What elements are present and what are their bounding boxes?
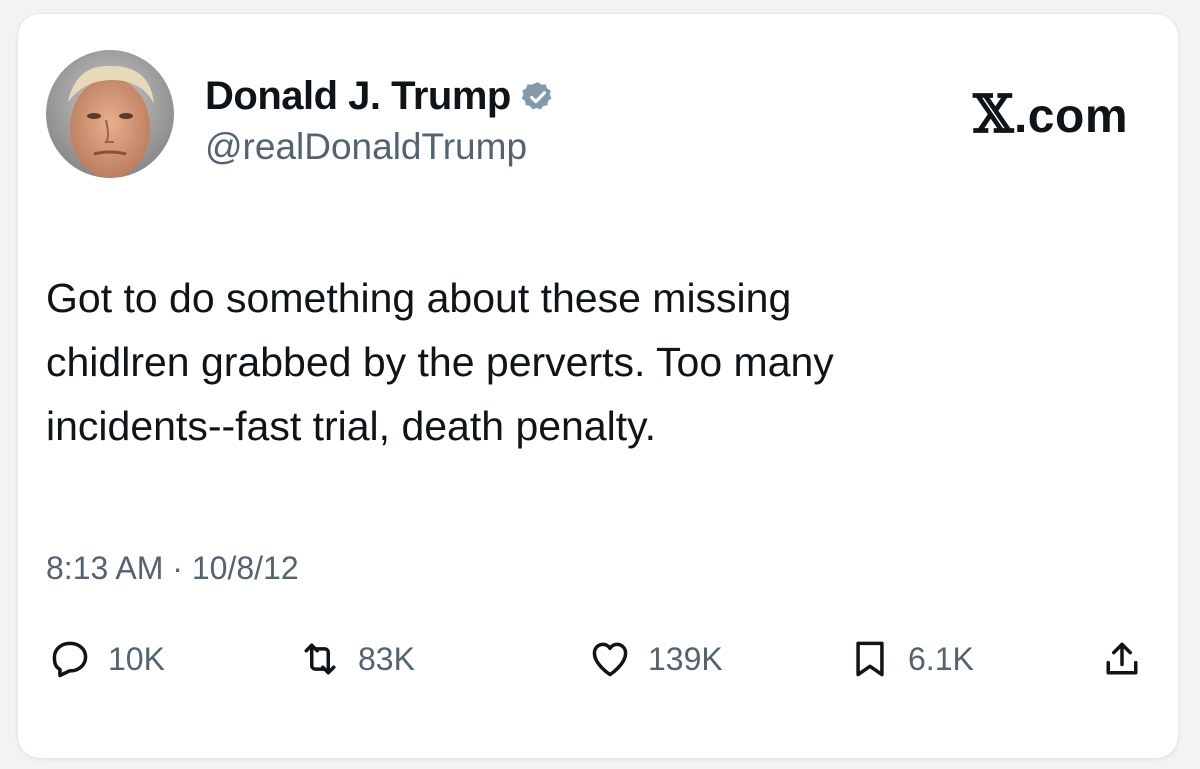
avatar-photo [46, 50, 174, 178]
bookmark-count: 6.1K [908, 640, 974, 677]
site-logo: 𝕏 .com [973, 84, 1128, 145]
site-suffix: .com [1013, 90, 1128, 143]
like-button[interactable]: 139K [588, 634, 723, 684]
action-bar: 10K 83K 139K 6.1K [48, 634, 1148, 684]
avatar[interactable] [46, 50, 174, 178]
tweet-timestamp[interactable]: 8:13 AM · 10/8/12 [46, 550, 299, 587]
heart-icon [588, 637, 632, 681]
x-logo-glyph: 𝕏 [973, 84, 1014, 145]
tweet-line: chidlren grabbed by the perverts. Too ma… [46, 339, 834, 385]
reply-button[interactable]: 10K [48, 634, 165, 684]
tweet-card: Donald J. Trump @realDonaldTrump 𝕏 .com … [18, 14, 1178, 758]
repost-button[interactable]: 83K [298, 634, 415, 684]
author-handle[interactable]: @realDonaldTrump [205, 126, 527, 168]
like-count: 139K [648, 640, 723, 677]
verified-badge-icon [521, 80, 555, 114]
bookmark-button[interactable]: 6.1K [848, 634, 974, 684]
tweet-text: Got to do something about these missing … [46, 266, 1126, 458]
share-button[interactable] [1100, 634, 1144, 684]
tweet-line: Got to do something about these missing [46, 275, 792, 321]
display-name[interactable]: Donald J. Trump [205, 74, 511, 119]
author-name-row: Donald J. Trump [205, 74, 555, 119]
reply-count: 10K [108, 640, 165, 677]
reply-icon [48, 637, 92, 681]
tweet-line: incidents--fast trial, death penalty. [46, 403, 656, 449]
share-icon [1100, 637, 1144, 681]
repost-icon [298, 637, 342, 681]
bookmark-icon [848, 637, 892, 681]
repost-count: 83K [358, 640, 415, 677]
